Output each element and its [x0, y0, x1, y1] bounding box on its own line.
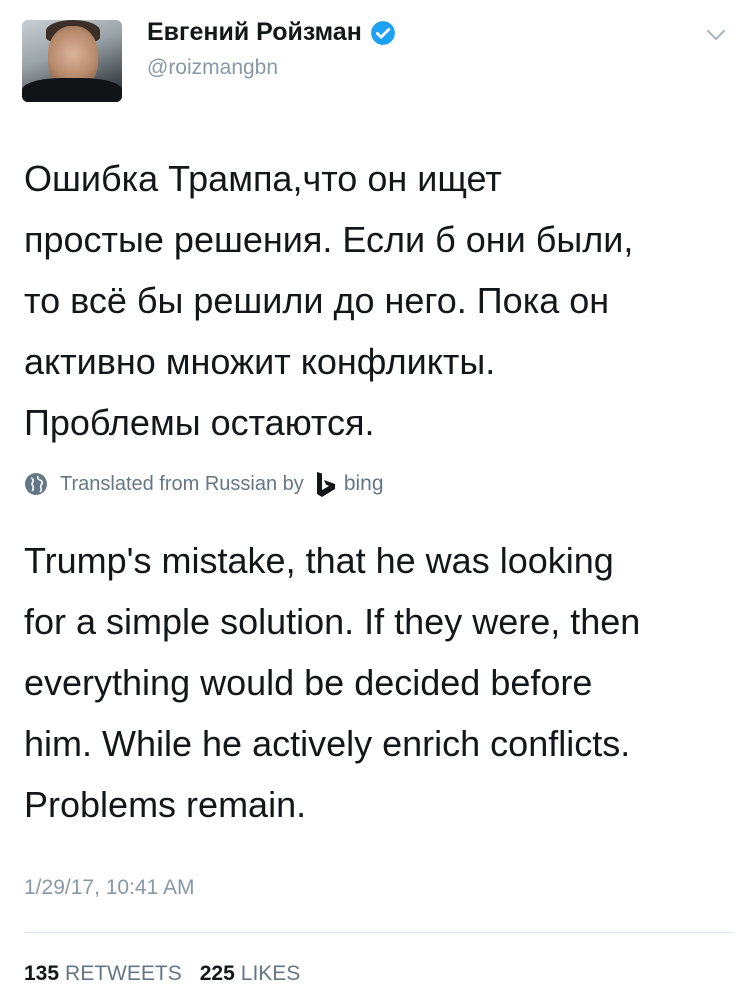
verified-badge-icon — [370, 20, 395, 45]
likes-stat[interactable]: 225 LIKES — [200, 962, 301, 986]
tweet-line: активно множит конфликты. — [24, 341, 496, 382]
author-name[interactable]: Евгений Ройзман — [147, 18, 362, 47]
tweet-original-text: Ошибка Трампа,что он ищет простые решени… — [24, 148, 724, 453]
translation-line: Problems remain. — [24, 784, 307, 825]
author-name-row: Евгений Ройзман — [147, 18, 396, 47]
tweet-stats: 135 RETWEETS 225 LIKES — [24, 962, 318, 986]
avatar[interactable] — [22, 20, 122, 102]
translation-line: for a simple solution. If they were, the… — [24, 601, 641, 642]
translation-line: everything would be decided before — [24, 662, 593, 703]
translation-notice: Translated from Russian by bing — [24, 470, 384, 498]
tweet-line: простые решения. Если б они были, — [24, 219, 634, 260]
translation-notice-text: Translated from Russian by — [60, 472, 304, 495]
chevron-down-icon[interactable] — [702, 24, 730, 46]
bing-link[interactable]: bing — [314, 470, 384, 498]
tweet-line: Проблемы остаются. — [24, 402, 375, 443]
translation-line: him. While he actively enrich conflicts. — [24, 723, 631, 764]
retweets-count: 135 — [24, 962, 60, 985]
globe-icon — [25, 473, 47, 495]
author-handle[interactable]: @roizmangbn — [147, 56, 278, 80]
bing-logo-icon — [316, 472, 335, 497]
translation-line: Trump's mistake, that he was looking — [24, 540, 614, 581]
likes-count: 225 — [199, 962, 235, 985]
avatar-shoulders — [22, 78, 122, 102]
tweet-timestamp[interactable]: 1/29/17, 10:41 AM — [24, 876, 194, 900]
divider — [24, 932, 734, 933]
likes-label: LIKES — [240, 962, 301, 985]
tweet-line: Ошибка Трампа,что он ищет — [24, 158, 502, 199]
translator-name: bing — [343, 472, 384, 495]
tweet-line: то всё бы решили до него. Пока он — [24, 280, 610, 321]
retweets-stat[interactable]: 135 RETWEETS — [24, 962, 182, 986]
retweets-label: RETWEETS — [65, 962, 182, 985]
tweet-translated-text: Trump's mistake, that he was looking for… — [24, 530, 734, 835]
